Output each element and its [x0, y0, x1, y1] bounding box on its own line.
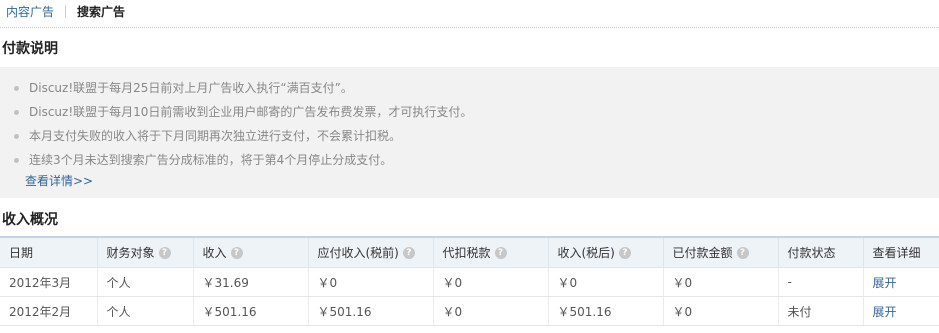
column-header-label: 已付款金额: [672, 246, 733, 260]
payment-note-item: Discuz!联盟于每月10日前需收到企业用户邮寄的广告发布费发票，才可执行支付…: [14, 101, 472, 125]
payment-notes-box: Discuz!联盟于每月25日前对上月广告收入执行“满百支付”。 Discuz!…: [0, 67, 939, 198]
tab-search-ads[interactable]: 搜索广告: [77, 4, 125, 20]
bullet-icon: [14, 86, 19, 91]
cell-income: ￥31.69: [193, 267, 309, 297]
cell-income: ￥501.16: [193, 296, 309, 326]
cell-after-tax: ￥501.16: [548, 296, 664, 326]
table-row: 2012年2月 个人 ￥501.16 ￥501.16 ￥0 ￥501.16 ￥0…: [0, 296, 939, 326]
column-header-after-tax: 收入(税后)?: [548, 236, 664, 268]
help-icon[interactable]: ?: [494, 246, 507, 259]
column-header-income: 收入?: [193, 236, 309, 268]
bullet-icon: [14, 134, 19, 139]
cell-payable: ￥501.16: [308, 296, 434, 326]
tab-divider: [65, 5, 66, 18]
column-header-label: 应付收入(税前): [317, 246, 399, 260]
cell-tax: ￥0: [433, 296, 549, 326]
cell-object: 个人: [97, 267, 194, 297]
cell-date: 2012年3月: [0, 267, 98, 297]
cell-status: 未付: [778, 296, 864, 326]
column-header-label: 收入: [202, 246, 227, 260]
help-icon[interactable]: ?: [736, 246, 749, 259]
cell-detail: 展开: [863, 267, 939, 297]
cell-paid: ￥0: [663, 267, 779, 297]
view-details-link[interactable]: 查看详情>>: [25, 173, 93, 189]
cell-date: 2012年2月: [0, 296, 98, 326]
payment-note-item: 本月支付失败的收入将于下月同期再次独立进行支付，不会累计扣税。: [14, 125, 472, 149]
help-icon[interactable]: ?: [158, 246, 171, 259]
payment-note-item: 连续3个月未达到搜索广告分成标准的，将于第4个月停止分成支付。: [14, 149, 472, 173]
column-header-payable: 应付收入(税前)?: [308, 236, 434, 268]
expand-link[interactable]: 展开: [873, 305, 897, 319]
table-header-row: 日期 财务对象? 收入? 应付收入(税前)? 代扣税款? 收入(税后)? 已付款…: [0, 236, 939, 268]
ad-type-tabs: 内容广告 搜索广告: [0, 0, 939, 28]
cell-paid: ￥0: [663, 296, 779, 326]
payment-note-text: 本月支付失败的收入将于下月同期再次独立进行支付，不会累计扣税。: [29, 129, 402, 143]
payment-note-text: 连续3个月未达到搜索广告分成标准的，将于第4个月停止分成支付。: [29, 153, 393, 167]
tab-content-ads[interactable]: 内容广告: [6, 4, 54, 20]
help-icon[interactable]: ?: [618, 246, 631, 259]
column-header-object: 财务对象?: [97, 236, 194, 268]
expand-link[interactable]: 展开: [873, 276, 897, 290]
cell-payable: ￥0: [308, 267, 434, 297]
help-icon[interactable]: ?: [402, 246, 415, 259]
column-header-label: 付款状态: [787, 246, 836, 260]
column-header-paid: 已付款金额?: [663, 236, 779, 268]
help-icon[interactable]: ?: [230, 246, 243, 259]
column-header-label: 日期: [9, 246, 34, 260]
column-header-label: 代扣税款: [442, 246, 491, 260]
payment-note-item: Discuz!联盟于每月25日前对上月广告收入执行“满百支付”。: [14, 77, 472, 101]
column-header-status: 付款状态: [778, 236, 864, 268]
payment-note-text: Discuz!联盟于每月25日前对上月广告收入执行“满百支付”。: [29, 81, 353, 95]
column-header-tax: 代扣税款?: [433, 236, 549, 268]
cell-status: -: [778, 267, 864, 297]
bullet-icon: [14, 158, 19, 163]
payment-note-text: Discuz!联盟于每月10日前需收到企业用户邮寄的广告发布费发票，才可执行支付…: [29, 105, 473, 119]
cell-tax: ￥0: [433, 267, 549, 297]
table-row: 2012年3月 个人 ￥31.69 ￥0 ￥0 ￥0 ￥0 - 展开: [0, 267, 939, 297]
column-header-label: 查看详细: [872, 246, 921, 260]
cell-after-tax: ￥0: [548, 267, 664, 297]
column-header-detail: 查看详细: [863, 236, 939, 268]
payment-notes-list: Discuz!联盟于每月25日前对上月广告收入执行“满百支付”。 Discuz!…: [14, 77, 472, 173]
column-header-date: 日期: [0, 236, 98, 268]
bullet-icon: [14, 110, 19, 115]
payment-notes-title: 付款说明: [2, 41, 58, 57]
column-header-label: 收入(税后): [557, 246, 615, 260]
cell-detail: 展开: [863, 296, 939, 326]
cell-object: 个人: [97, 296, 194, 326]
income-table: 日期 财务对象? 收入? 应付收入(税前)? 代扣税款? 收入(税后)? 已付款…: [0, 236, 939, 326]
income-overview-title: 收入概况: [2, 212, 58, 228]
column-header-label: 财务对象: [106, 246, 155, 260]
